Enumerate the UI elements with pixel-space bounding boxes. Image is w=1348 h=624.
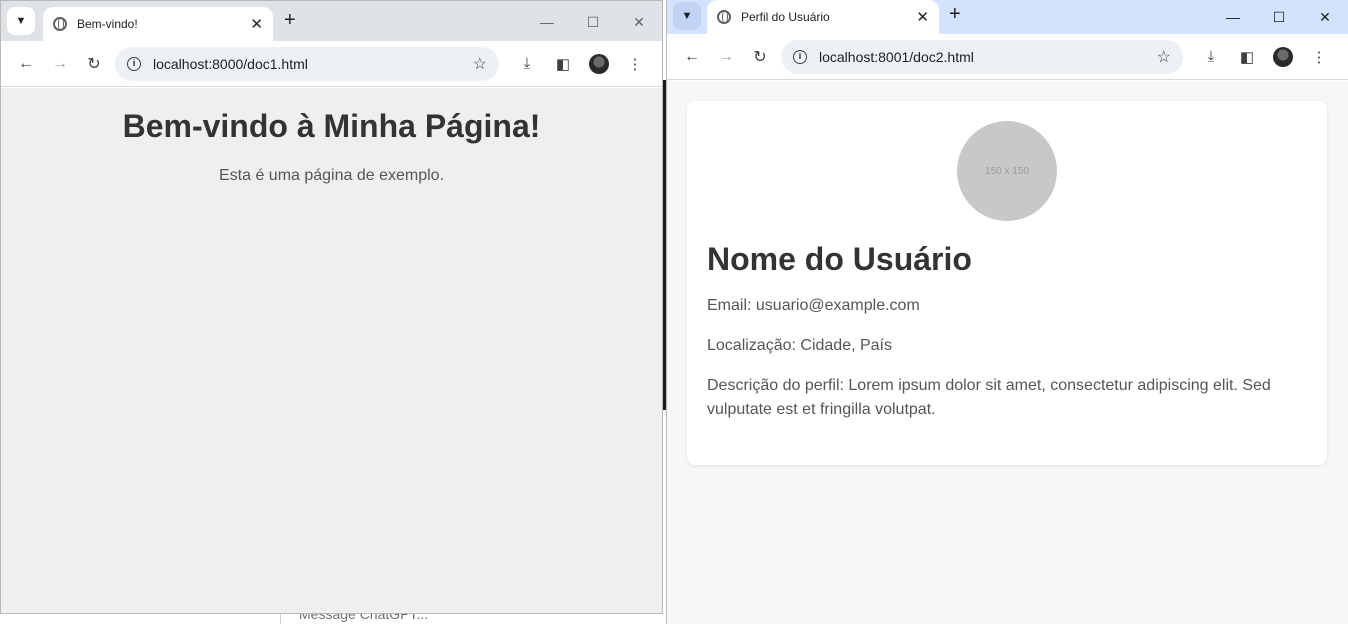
window-controls: — ☐ ✕ (1210, 0, 1348, 34)
tab-title: Perfil do Usuário (741, 10, 830, 24)
maximize-icon[interactable]: ☐ (570, 5, 616, 39)
address-bar[interactable]: i localhost:8001/doc2.html ☆ (781, 39, 1183, 74)
user-location: Localização: Cidade, País (707, 337, 892, 354)
tab-search-button[interactable]: ▼ (673, 2, 701, 30)
minimize-icon[interactable]: — (1210, 0, 1256, 34)
new-tab-button[interactable]: + (284, 9, 296, 32)
user-description: Descrição do perfil: Lorem ipsum dolor s… (707, 377, 1271, 418)
tab-strip: ▼ Perfil do Usuário ✕ + — ☐ ✕ (667, 0, 1348, 34)
minimize-icon[interactable]: — (524, 5, 570, 39)
back-icon[interactable]: ← (675, 40, 709, 74)
reload-icon[interactable]: ↻ (77, 47, 111, 81)
bookmark-star-icon[interactable]: ☆ (473, 54, 487, 74)
download-icon[interactable]: ⤓ (509, 47, 545, 81)
globe-icon (717, 10, 731, 24)
user-email: Email: usuario@example.com (707, 297, 920, 314)
tab-search-button[interactable]: ▼ (7, 7, 35, 35)
page-paragraph: Esta é uma página de exemplo. (218, 167, 445, 184)
close-window-icon[interactable]: ✕ (1302, 0, 1348, 34)
url-text: localhost:8000/doc1.html (153, 55, 308, 72)
user-name: Nome do Usuário (707, 241, 972, 277)
browser-toolbar: ← → ↻ i localhost:8001/doc2.html ☆ ⤓ ◧ ⋮ (667, 34, 1348, 80)
menu-kebab-icon[interactable]: ⋮ (617, 47, 653, 81)
reload-icon[interactable]: ↻ (743, 40, 777, 74)
tab-title: Bem-vindo! (77, 17, 138, 31)
globe-icon (53, 17, 67, 31)
tab-strip: ▼ Bem-vindo! ✕ + — ☐ ✕ (1, 1, 662, 41)
site-info-icon[interactable]: i (793, 49, 807, 64)
download-icon[interactable]: ⤓ (1193, 40, 1229, 74)
url-text: localhost:8001/doc2.html (819, 48, 974, 65)
browser-window-1: ▼ Bem-vindo! ✕ + — ☐ ✕ ← → ↻ i localhost… (0, 0, 663, 614)
chevron-down-icon: ▼ (681, 10, 693, 22)
profile-avatar[interactable] (589, 53, 609, 74)
address-bar[interactable]: i localhost:8000/doc1.html ☆ (115, 46, 499, 81)
profile-card: 150 x 150 Nome do Usuário Email: usuario… (687, 101, 1327, 465)
browser-toolbar: ← → ↻ i localhost:8000/doc1.html ☆ ⤓ ◧ ⋮ (1, 41, 662, 87)
forward-icon[interactable]: → (43, 47, 77, 81)
page-content: 150 x 150 Nome do Usuário Email: usuario… (667, 81, 1348, 624)
back-icon[interactable]: ← (9, 47, 43, 81)
side-panel-icon[interactable]: ◧ (545, 47, 581, 81)
window-controls: — ☐ ✕ (524, 5, 662, 39)
forward-icon[interactable]: → (709, 40, 743, 74)
maximize-icon[interactable]: ☐ (1256, 0, 1302, 34)
chevron-down-icon: ▼ (15, 15, 27, 27)
close-window-icon[interactable]: ✕ (616, 5, 662, 39)
browser-window-2: ▼ Perfil do Usuário ✕ + — ☐ ✕ ← → ↻ i lo… (666, 0, 1348, 624)
menu-kebab-icon[interactable]: ⋮ (1301, 40, 1337, 74)
page-content: Bem-vindo à Minha Página! Esta é uma pág… (1, 88, 662, 613)
page-heading: Bem-vindo à Minha Página! (122, 108, 541, 144)
site-info-icon[interactable]: i (127, 56, 141, 71)
profile-photo: 150 x 150 (957, 121, 1057, 221)
tab-bem-vindo[interactable]: Bem-vindo! ✕ (43, 7, 273, 41)
close-tab-icon[interactable]: ✕ (250, 15, 263, 33)
tab-perfil[interactable]: Perfil do Usuário ✕ (707, 0, 939, 34)
close-tab-icon[interactable]: ✕ (916, 8, 929, 26)
photo-placeholder-label: 150 x 150 (985, 165, 1029, 177)
new-tab-button[interactable]: + (949, 3, 961, 26)
profile-avatar[interactable] (1273, 46, 1293, 67)
side-panel-icon[interactable]: ◧ (1229, 40, 1265, 74)
bookmark-star-icon[interactable]: ☆ (1157, 47, 1171, 67)
